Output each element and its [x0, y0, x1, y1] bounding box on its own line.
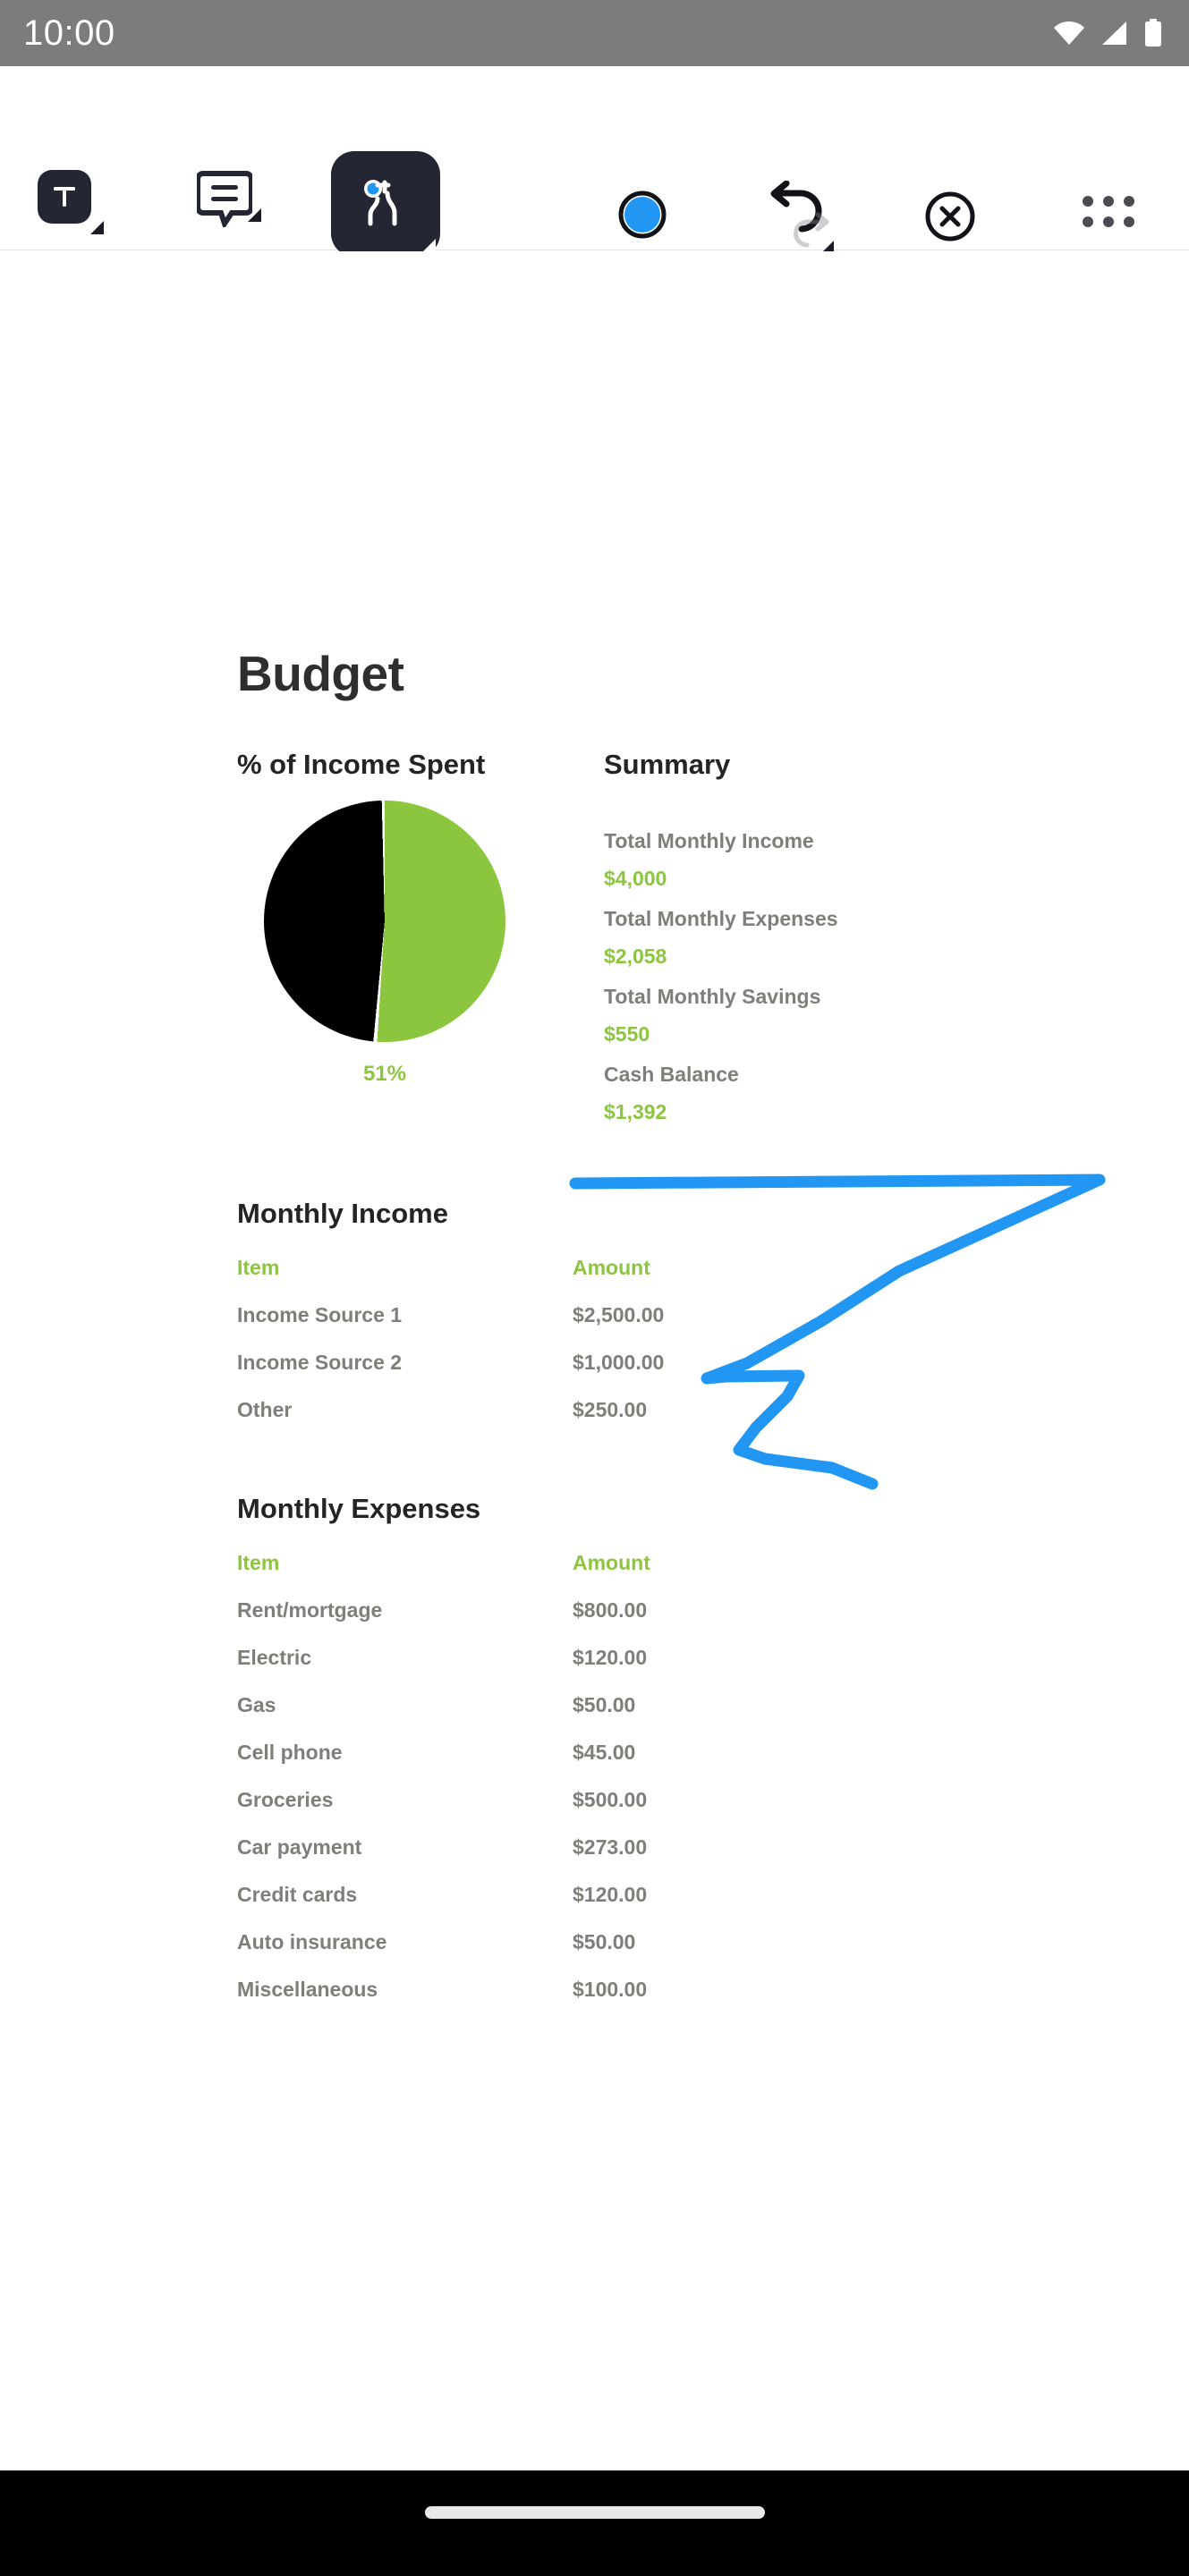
pie-chart-graphic	[264, 801, 505, 1042]
cell-amount: $250.00	[573, 1398, 648, 1421]
battery-icon	[1144, 19, 1162, 47]
summary-row: Total Monthly Savings $550	[604, 978, 944, 1053]
cell-amount: $45.00	[573, 1741, 636, 1764]
summary-value: $4,000	[604, 867, 667, 890]
cell-item: Income Source 2	[237, 1351, 403, 1374]
summary-label: Total Monthly Savings	[604, 985, 821, 1008]
cell-item: Car payment	[237, 1835, 362, 1859]
more-options-button[interactable]	[1083, 196, 1134, 227]
summary-value: $2,058	[604, 945, 667, 968]
top-columns: % of Income Spent 51% Summary Total Mont…	[237, 749, 953, 1133]
cell-item: Gas	[237, 1693, 276, 1716]
cell-amount: $500.00	[573, 1788, 648, 1811]
table-row: Miscellaneous $100.00	[237, 1966, 953, 2013]
cell-item: Groceries	[237, 1788, 334, 1811]
table-row: Income Source 2 $1,000.00	[237, 1339, 953, 1386]
system-navigation-bar	[0, 2470, 1189, 2576]
text-tool-submenu-caret-icon[interactable]	[90, 221, 104, 234]
pie-chart-data-label: 51%	[362, 1062, 407, 1086]
table-row: Groceries $500.00	[237, 1776, 953, 1824]
column-header-amount: Amount	[573, 1551, 650, 1574]
text-tool-icon	[38, 170, 104, 234]
summary-column: Summary Total Monthly Income $4,000 Tota…	[604, 749, 944, 1133]
summary-row: Total Monthly Income $4,000	[604, 822, 944, 897]
monthly-income-block: Monthly Income Item Amount Income Source…	[237, 1198, 953, 1434]
table-header-row: Item Amount	[237, 1244, 953, 1292]
cell-amount: $800.00	[573, 1598, 648, 1622]
annotation-toolbar	[0, 66, 1189, 257]
ink-tool-submenu-caret-icon[interactable]	[422, 239, 436, 252]
monthly-expenses-table: Item Amount Rent/mortgage $800.00 Electr…	[237, 1539, 953, 2013]
summary-value: $550	[604, 1022, 650, 1046]
monthly-expenses-block: Monthly Expenses Item Amount Rent/mortga…	[237, 1493, 953, 2013]
column-header-item: Item	[237, 1256, 280, 1279]
table-row: Other $250.00	[237, 1386, 953, 1434]
comment-bubble-icon	[195, 170, 261, 230]
close-button[interactable]	[923, 190, 977, 243]
table-row: Auto insurance $50.00	[237, 1919, 953, 1966]
cell-item: Rent/mortgage	[237, 1598, 383, 1622]
cell-amount: $120.00	[573, 1883, 648, 1906]
pen-nib-icon	[331, 151, 440, 257]
cell-amount: $2,500.00	[573, 1303, 665, 1326]
chart-section-title: % of Income Spent	[237, 749, 486, 780]
monthly-income-table: Item Amount Income Source 1 $2,500.00 In…	[237, 1244, 953, 1434]
cell-amount: $50.00	[573, 1693, 636, 1716]
cell-item: Income Source 1	[237, 1303, 403, 1326]
cell-item: Miscellaneous	[237, 1978, 378, 2001]
table-row: Credit cards $120.00	[237, 1871, 953, 1919]
color-circle-icon	[618, 191, 667, 239]
table-row: Cell phone $45.00	[237, 1729, 953, 1776]
cellular-signal-icon	[1101, 21, 1128, 46]
text-tool[interactable]	[38, 170, 104, 234]
summary-row: Total Monthly Expenses $2,058	[604, 900, 944, 975]
summary-label: Cash Balance	[604, 1063, 739, 1086]
budget-document: Budget % of Income Spent 51% Summary Tot…	[237, 645, 953, 2013]
column-header-amount: Amount	[573, 1256, 650, 1279]
summary-row: Cash Balance $1,392	[604, 1055, 944, 1131]
comment-tool-submenu-caret-icon[interactable]	[248, 208, 261, 222]
table-row: Income Source 1 $2,500.00	[237, 1292, 953, 1339]
comment-tool[interactable]	[195, 170, 261, 230]
summary-title: Summary	[604, 749, 731, 780]
summary-label: Total Monthly Income	[604, 829, 814, 852]
table-row: Gas $50.00	[237, 1682, 953, 1729]
chart-column: % of Income Spent 51%	[237, 749, 604, 1087]
cell-item: Cell phone	[237, 1741, 343, 1764]
table-row: Electric $120.00	[237, 1634, 953, 1682]
cell-item: Auto insurance	[237, 1930, 387, 1953]
grid-dots-icon	[1083, 196, 1134, 227]
close-circle-icon	[925, 191, 975, 242]
cell-amount: $273.00	[573, 1835, 648, 1859]
gesture-handle[interactable]	[424, 2506, 765, 2519]
table-row: Rent/mortgage $800.00	[237, 1587, 953, 1634]
summary-value: $1,392	[604, 1100, 667, 1123]
document-page[interactable]: Budget % of Income Spent 51% Summary Tot…	[0, 251, 1189, 2452]
status-clock: 10:00	[23, 13, 115, 53]
column-header-item: Item	[237, 1551, 280, 1574]
table-row: Car payment $273.00	[237, 1824, 953, 1871]
cell-item: Other	[237, 1398, 293, 1421]
cell-item: Electric	[237, 1646, 312, 1669]
cell-item: Credit cards	[237, 1883, 358, 1906]
monthly-income-heading: Monthly Income	[237, 1198, 448, 1229]
page-title: Budget	[237, 646, 404, 701]
undo-redo-control[interactable]	[762, 180, 841, 254]
status-icons	[1053, 19, 1162, 47]
ink-color-swatch[interactable]	[617, 190, 667, 240]
cell-amount: $100.00	[573, 1978, 648, 2001]
cell-amount: $1,000.00	[573, 1351, 665, 1374]
status-bar: 10:00	[0, 0, 1189, 66]
summary-label: Total Monthly Expenses	[604, 907, 838, 930]
wifi-icon	[1053, 21, 1085, 46]
cell-amount: $120.00	[573, 1646, 648, 1669]
ink-pen-tool[interactable]	[331, 151, 440, 257]
table-header-row: Item Amount	[237, 1539, 953, 1587]
pie-chart: 51%	[237, 801, 532, 1087]
cell-amount: $50.00	[573, 1930, 636, 1953]
monthly-expenses-heading: Monthly Expenses	[237, 1493, 481, 1524]
